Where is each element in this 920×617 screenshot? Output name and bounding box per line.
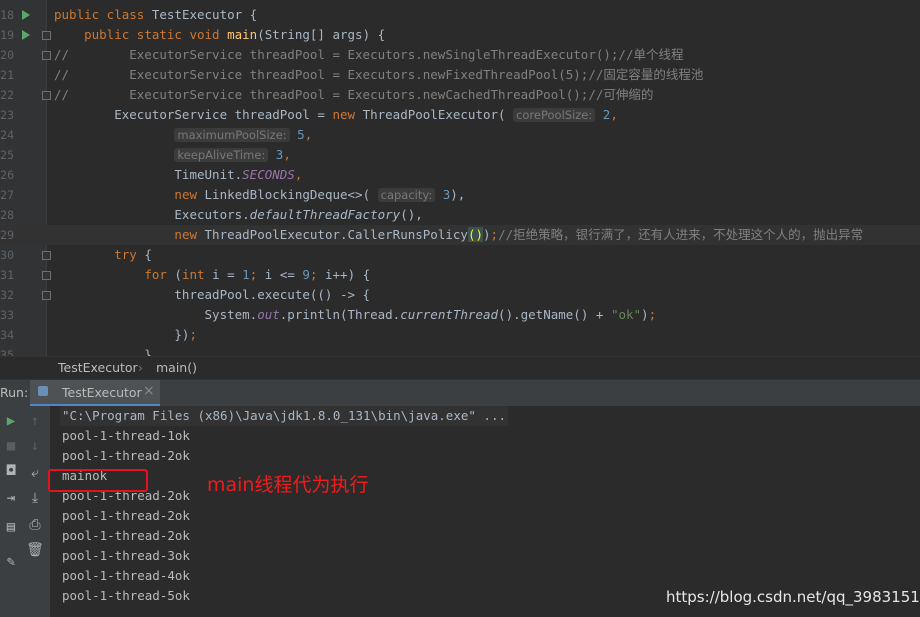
code-text: threadPool.execute(() -> { (54, 287, 371, 302)
down-arrow-icon[interactable]: ↓ (24, 437, 46, 455)
output-line: pool-1-thread-2ok (62, 508, 190, 523)
tab-label: TestExecutor (62, 385, 142, 400)
code-line[interactable]: 32 threadPool.execute(() -> { (0, 285, 920, 305)
line-number: 21 (0, 68, 14, 82)
scroll-to-end-icon[interactable]: ⤓ (24, 489, 46, 507)
camera-icon[interactable]: ◘ (0, 462, 22, 480)
annotation-label: main线程代为执行 (207, 474, 369, 496)
line-number: 26 (0, 168, 14, 182)
line-number: 35 (0, 348, 14, 356)
code-text: } (54, 347, 152, 356)
console-toolbar-left: ▶ ■ ◘ ⇥ ▤ ✎ (0, 406, 25, 617)
code-text: }); (54, 327, 197, 342)
code-line[interactable]: 22 // ExecutorService threadPool = Execut… (0, 85, 920, 105)
code-line[interactable]: 29 new ThreadPoolExecutor.CallerRunsPoli… (0, 225, 920, 245)
line-number: 31 (0, 268, 14, 282)
line-number: 28 (0, 208, 14, 222)
fold-icon[interactable] (42, 291, 51, 300)
breadcrumb: TestExecutor › main() (0, 356, 920, 379)
code-line[interactable]: 23 ExecutorService threadPool = new Thre… (0, 105, 920, 125)
code-text: new ThreadPoolExecutor.CallerRunsPolicy(… (174, 227, 864, 242)
run-gutter-icon[interactable] (22, 10, 30, 20)
line-number: 32 (0, 288, 14, 302)
output-line: pool-1-thread-5ok (62, 588, 190, 603)
console-toolbar-right: ↑ ↓ ⤶ ⤓ ⎙ 🗑 (24, 406, 51, 617)
line-number: 29 (0, 228, 14, 242)
trash-icon[interactable]: 🗑 (24, 541, 46, 559)
code-line[interactable]: 33 System.out.println(Thread.currentThre… (0, 305, 920, 325)
fold-icon[interactable] (42, 251, 51, 260)
code-line[interactable]: 24 maximumPoolSize: 5, (0, 125, 920, 145)
tab-testexecutor[interactable]: TestExecutor × (30, 380, 160, 406)
breadcrumb-separator: › (138, 360, 143, 375)
code-text: new LinkedBlockingDeque<>( capacity: 3), (174, 187, 466, 202)
code-editor[interactable]: 18 public class TestExecutor { 19 public s… (0, 0, 920, 356)
fold-icon[interactable] (42, 31, 51, 40)
code-line[interactable]: 35 } (0, 345, 920, 356)
line-number: 20 (0, 48, 14, 62)
rerun-icon[interactable]: ▶ (0, 412, 22, 430)
line-number: 23 (0, 108, 14, 122)
line-number: 34 (0, 328, 14, 342)
line-number: 25 (0, 148, 14, 162)
line-number: 19 (0, 28, 14, 42)
java-command-line: "C:\Program Files (x86)\Java\jdk1.8.0_13… (60, 406, 509, 426)
output-line: pool-1-thread-4ok (62, 568, 190, 583)
code-text: // ExecutorService threadPool = Executor… (54, 47, 684, 62)
code-line[interactable]: 30 try { (0, 245, 920, 265)
code-line[interactable]: 19 public static void main(String[] args… (0, 25, 920, 45)
code-text: System.out.println(Thread.currentThread(… (54, 307, 657, 322)
highlight-box (48, 469, 148, 492)
code-line[interactable]: 25 keepAliveTime: 3, (0, 145, 920, 165)
line-number: 30 (0, 248, 14, 262)
code-line[interactable]: 27 new LinkedBlockingDeque<>( capacity: … (0, 185, 920, 205)
breadcrumb-method[interactable]: main() (156, 357, 197, 379)
output-line: pool-1-thread-1ok (62, 428, 190, 443)
code-line[interactable]: 28 Executors.defaultThreadFactory(), (0, 205, 920, 225)
run-config-icon (38, 386, 48, 396)
line-number: 27 (0, 188, 14, 202)
output-line: pool-1-thread-3ok (62, 548, 190, 563)
fold-icon[interactable] (42, 51, 51, 60)
output-line: pool-1-thread-2ok (62, 528, 190, 543)
code-text: for (int i = 1; i <= 9; i++) { (144, 267, 371, 282)
code-text: Executors.defaultThreadFactory(), (54, 207, 423, 222)
up-arrow-icon[interactable]: ↑ (24, 412, 46, 430)
run-gutter-icon[interactable] (22, 30, 30, 40)
code-text: // ExecutorService threadPool = Executor… (54, 67, 704, 82)
run-label: Run: (0, 385, 29, 400)
output-line: pool-1-thread-2ok (62, 448, 190, 463)
line-number: 24 (0, 128, 14, 142)
code-text: // ExecutorService threadPool = Executor… (54, 87, 654, 102)
code-line[interactable]: 31 for (int i = 1; i <= 9; i++) { (0, 265, 920, 285)
run-toolbar: Run: TestExecutor × (0, 379, 920, 407)
code-text: public class TestExecutor { (54, 7, 258, 22)
line-number: 18 (0, 8, 14, 22)
code-line[interactable]: 26 TimeUnit.SECONDS, (0, 165, 920, 185)
fold-icon[interactable] (42, 91, 51, 100)
pin-icon[interactable]: ✎ (0, 553, 22, 571)
watermark: https://blog.csdn.net/qq_39831512 (666, 588, 920, 606)
code-text: keepAliveTime: 3, (54, 145, 291, 165)
print-icon[interactable]: ⎙ (24, 516, 46, 534)
code-line[interactable]: 18 public class TestExecutor { (0, 5, 920, 25)
code-line[interactable]: 20 // ExecutorService threadPool = Execut… (0, 45, 920, 65)
code-text: ExecutorService threadPool = new ThreadP… (54, 107, 618, 122)
restore-layout-icon[interactable]: ⇥ (0, 489, 22, 507)
code-line[interactable]: 21 // ExecutorService threadPool = Execut… (0, 65, 920, 85)
soft-wrap-icon[interactable]: ⤶ (24, 464, 46, 482)
code-text: maximumPoolSize: 5, (54, 125, 312, 145)
layout-icon[interactable]: ▤ (0, 518, 22, 536)
breadcrumb-class[interactable]: TestExecutor (58, 357, 138, 379)
code-text: try { (114, 247, 152, 262)
stop-icon[interactable]: ■ (0, 437, 22, 455)
code-text: TimeUnit.SECONDS, (54, 167, 303, 182)
line-number: 33 (0, 308, 14, 322)
console-output[interactable]: "C:\Program Files (x86)\Java\jdk1.8.0_13… (51, 406, 920, 617)
fold-icon[interactable] (42, 271, 51, 280)
code-line[interactable]: 34 }); (0, 325, 920, 345)
line-number: 22 (0, 88, 14, 102)
code-text: public static void main(String[] args) { (84, 27, 386, 42)
close-icon[interactable]: × (143, 383, 155, 399)
